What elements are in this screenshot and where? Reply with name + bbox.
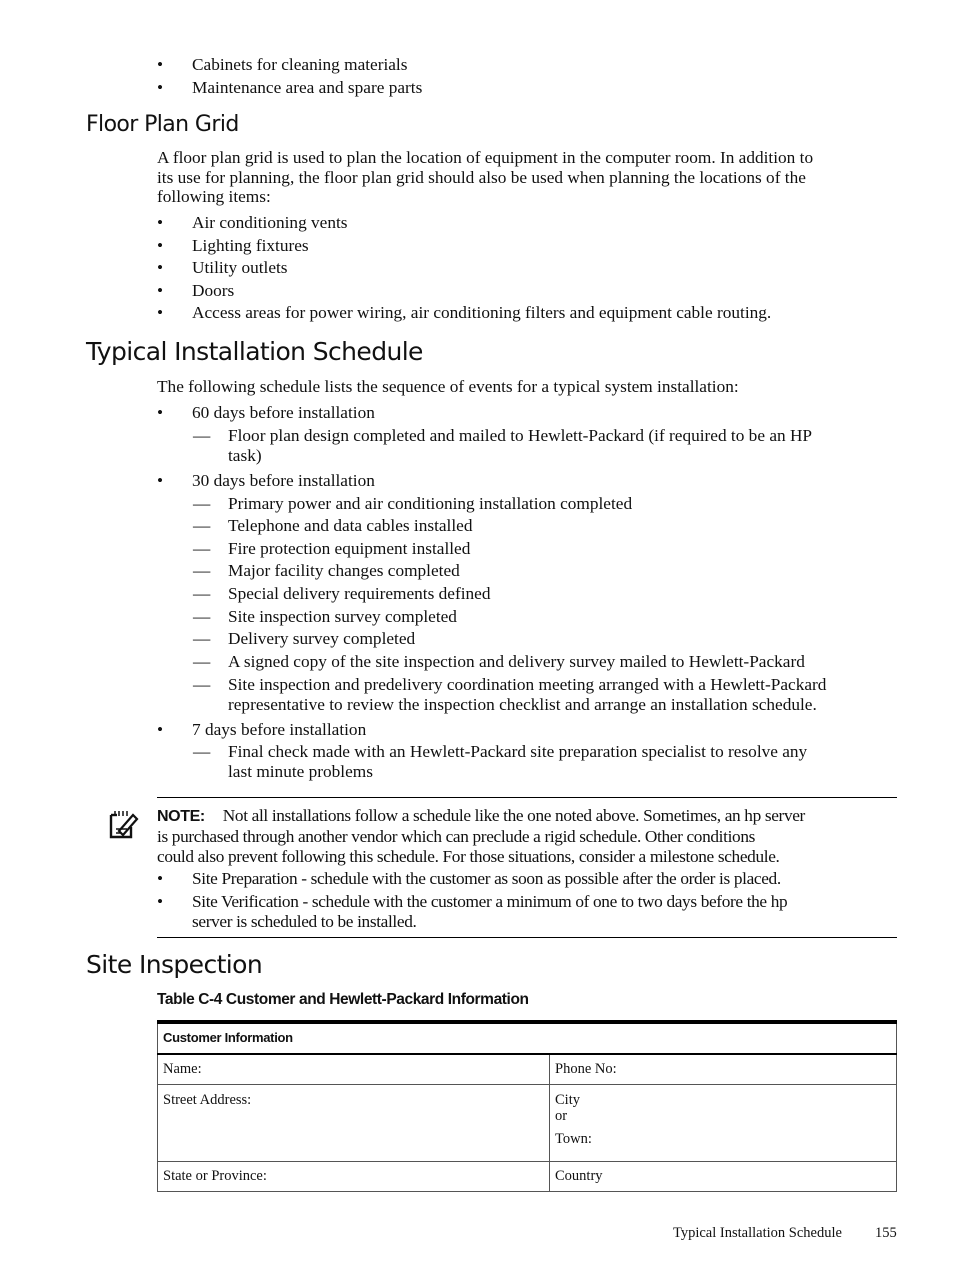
schedule-intro: The following schedule lists the sequenc… bbox=[157, 377, 739, 396]
table-cell-state-province: State or Province: bbox=[157, 1160, 550, 1192]
table-row: Street Address: City or Town: bbox=[157, 1083, 897, 1162]
bullet-glyph: • bbox=[157, 55, 164, 74]
table-cell-name: Name: bbox=[157, 1053, 550, 1085]
bullet-glyph: • bbox=[157, 403, 164, 422]
table-header-row: Customer Information bbox=[157, 1021, 897, 1055]
dash-glyph: — bbox=[193, 539, 211, 558]
note-body: NOTE: Not all installations follow a sche… bbox=[157, 806, 805, 866]
table-cell-phone: Phone No: bbox=[549, 1053, 897, 1085]
note-label: NOTE: bbox=[157, 808, 205, 825]
bullet-glyph: • bbox=[157, 303, 164, 322]
dash-glyph: — bbox=[193, 652, 211, 671]
dash-glyph: — bbox=[193, 426, 211, 445]
dash-glyph: — bbox=[193, 584, 211, 603]
bullet-glyph: • bbox=[157, 281, 164, 300]
bullet-glyph: • bbox=[157, 869, 163, 888]
table-cell-street-address: Street Address: bbox=[157, 1083, 550, 1162]
table-header-cell: Customer Information bbox=[157, 1021, 897, 1055]
floor-plan-paragraph: A floor plan grid is used to plan the lo… bbox=[157, 148, 814, 206]
customer-information-table: Customer Information Name: Phone No: Str… bbox=[157, 1020, 897, 1192]
section-heading-site-inspection: Site Inspection bbox=[86, 950, 263, 979]
note-pencil-icon bbox=[109, 811, 139, 839]
dash-glyph: — bbox=[193, 742, 211, 761]
table-row: State or Province: Country bbox=[157, 1160, 897, 1192]
dash-glyph: — bbox=[193, 607, 211, 626]
dash-glyph: — bbox=[193, 675, 211, 694]
bullet-glyph: • bbox=[157, 471, 164, 490]
table-cell-country: Country bbox=[549, 1160, 897, 1192]
note-top-rule bbox=[157, 797, 897, 798]
dash-glyph: — bbox=[193, 629, 211, 648]
bullet-glyph: • bbox=[157, 720, 164, 739]
dash-glyph: — bbox=[193, 516, 211, 535]
dash-glyph: — bbox=[193, 494, 211, 513]
bullet-glyph: • bbox=[157, 236, 164, 255]
section-heading-installation-schedule: Typical Installation Schedule bbox=[86, 337, 423, 366]
dash-glyph: — bbox=[193, 561, 211, 580]
table-cell-city-town: City or Town: bbox=[549, 1083, 897, 1162]
bullet-glyph: • bbox=[157, 78, 164, 97]
bullet-glyph: • bbox=[157, 213, 164, 232]
note-bottom-rule bbox=[157, 937, 897, 938]
footer-section-title: Typical Installation Schedule bbox=[673, 1225, 842, 1241]
bullet-glyph: • bbox=[157, 892, 163, 911]
section-heading-floor-plan-grid: Floor Plan Grid bbox=[86, 112, 239, 137]
table-caption: Table C-4 Customer and Hewlett-Packard I… bbox=[157, 991, 529, 1008]
page-number: 155 bbox=[875, 1225, 897, 1241]
bullet-glyph: • bbox=[157, 258, 164, 277]
table-row: Name: Phone No: bbox=[157, 1053, 897, 1085]
